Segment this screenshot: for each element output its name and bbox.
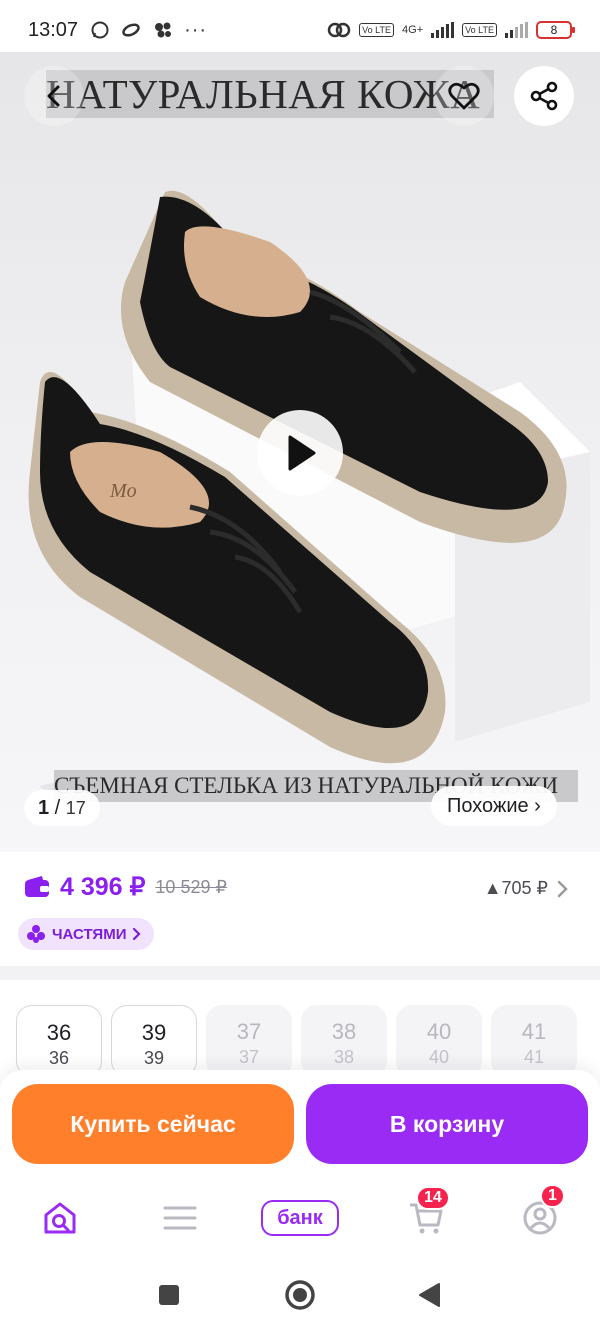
circle-icon xyxy=(285,1280,315,1310)
size-chip-36[interactable]: 36 36 xyxy=(16,1005,102,1077)
chevron-right-icon xyxy=(133,927,142,941)
signal-icon xyxy=(431,22,455,38)
network-label: 4G+ xyxy=(402,24,424,36)
heart-icon xyxy=(448,82,480,110)
battery-icon: 8 xyxy=(536,21,575,39)
installments-label: ЧАСТЯМИ xyxy=(52,925,127,943)
price-row: 4 396 ₽ 10 529 ₽ xyxy=(24,872,227,902)
wallet-icon xyxy=(25,876,49,897)
image-counter-current: 1 xyxy=(38,796,50,819)
status-right: Vo LTE 4G+ Vo LTE 8 xyxy=(327,21,575,39)
section-separator xyxy=(0,966,600,980)
status-left-icons: ··· xyxy=(90,19,207,42)
size-label: 39 xyxy=(141,1020,167,1045)
size-chip-38[interactable]: 38 38 xyxy=(301,1005,387,1077)
size-label: 41 xyxy=(521,1019,547,1044)
profile-badge: 1 xyxy=(540,1184,565,1208)
insole-brand: Mo xyxy=(109,480,137,502)
similar-button[interactable]: Похожие › xyxy=(431,786,557,826)
status-time: 13:07 xyxy=(28,18,79,41)
size-label: 37 xyxy=(236,1019,262,1044)
home-button[interactable] xyxy=(283,1278,317,1312)
product-gallery[interactable]: Mo НАТУРАЛЬНАЯ КОЖА СЪЕМНАЯ СТЕЛЬКА ИЗ Н… xyxy=(0,52,600,852)
price-old: 10 529 ₽ xyxy=(155,876,227,897)
tab-bar: банк 14 1 xyxy=(0,1180,600,1258)
triangle-back-icon xyxy=(419,1283,440,1307)
size-sub-label: 38 xyxy=(333,1047,355,1067)
recent-apps-button[interactable] xyxy=(152,1278,186,1312)
system-navigation xyxy=(0,1258,600,1332)
share-button[interactable] xyxy=(514,66,574,126)
signal-icon-2 xyxy=(505,22,528,38)
installments-chip[interactable]: ЧАСТЯМИ xyxy=(18,918,155,950)
bank-label: банк xyxy=(261,1200,339,1236)
volte-badge-2: Vo LTE xyxy=(462,23,497,37)
image-counter-total: 17 xyxy=(65,797,86,818)
action-bar: Купить сейчас В корзину xyxy=(0,1070,600,1180)
banner-natural-leather: НАТУРАЛЬНАЯ КОЖА xyxy=(46,70,494,118)
menu-icon xyxy=(163,1206,197,1230)
share-icon xyxy=(530,81,558,111)
tab-catalog[interactable] xyxy=(150,1192,210,1244)
price-points-link[interactable]: ▲705 ₽ xyxy=(484,878,568,899)
volte-badge: Vo LTE xyxy=(359,23,395,37)
image-counter-sep: / xyxy=(49,796,66,819)
price-block: 4 396 ₽ 10 529 ₽ ▲705 ₽ ЧАСТЯМИ xyxy=(0,852,600,972)
size-label: 36 xyxy=(46,1020,72,1045)
size-chip-39[interactable]: 39 39 xyxy=(111,1005,197,1077)
tab-home-search[interactable] xyxy=(30,1192,90,1244)
image-counter: 1 / 17 xyxy=(24,790,100,826)
status-bar: 13:07 ··· Vo LTE 4G+ Vo LTE 8 xyxy=(0,0,600,60)
size-sub-label: 37 xyxy=(238,1047,260,1067)
add-to-cart-button[interactable]: В корзину xyxy=(306,1084,588,1164)
tab-bank[interactable]: банк xyxy=(261,1192,339,1244)
tab-profile[interactable]: 1 xyxy=(510,1184,570,1244)
chevron-right-icon xyxy=(557,880,568,897)
play-video-button[interactable] xyxy=(257,410,343,496)
size-sub-label: 40 xyxy=(428,1047,450,1067)
tab-cart[interactable]: 14 xyxy=(396,1186,456,1244)
size-label: 40 xyxy=(426,1019,452,1044)
size-chip-40[interactable]: 40 40 xyxy=(396,1005,482,1077)
square-icon xyxy=(159,1285,179,1305)
loop-icon xyxy=(122,23,140,37)
play-icon xyxy=(288,435,316,471)
size-sub-label: 41 xyxy=(523,1047,545,1067)
size-sub-label: 36 xyxy=(48,1048,70,1068)
size-chip-41[interactable]: 41 41 xyxy=(491,1005,577,1077)
chevron-left-icon xyxy=(47,85,60,107)
installments-icon xyxy=(27,925,45,943)
cart-badge: 14 xyxy=(416,1186,450,1210)
buy-now-button[interactable]: Купить сейчас xyxy=(12,1084,294,1164)
whatsapp-icon xyxy=(91,21,109,39)
home-search-icon xyxy=(44,1202,76,1234)
back-system-button[interactable] xyxy=(412,1278,446,1312)
more-dots-icon: ··· xyxy=(184,18,208,41)
price-points: ▲705 ₽ xyxy=(483,878,548,898)
favorite-button[interactable] xyxy=(434,66,494,126)
back-button[interactable] xyxy=(24,66,84,126)
price-current: 4 396 ₽ xyxy=(60,873,146,901)
size-label: 38 xyxy=(331,1019,357,1044)
size-sub-label: 39 xyxy=(143,1048,165,1068)
hotspot-icon xyxy=(327,22,351,38)
size-chip-37[interactable]: 37 37 xyxy=(206,1005,292,1077)
bubbles-icon xyxy=(155,22,172,38)
